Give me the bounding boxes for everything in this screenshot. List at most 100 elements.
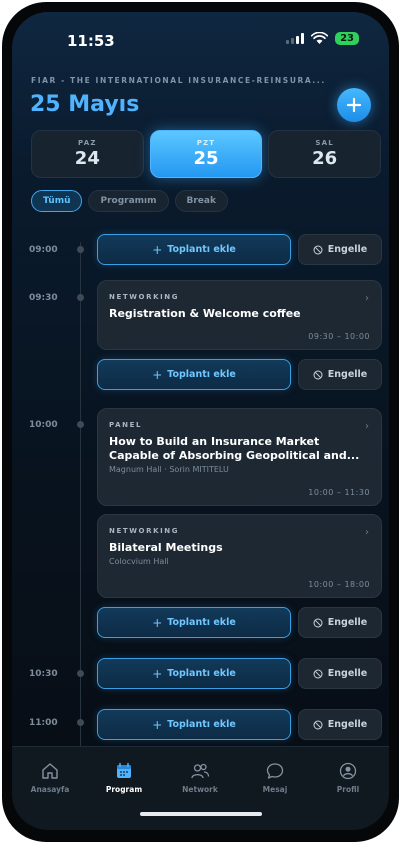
filter-all[interactable]: Tümü	[31, 190, 83, 212]
session-title: How to Build an Insurance Market Capable…	[109, 435, 360, 462]
home-icon	[42, 763, 58, 779]
wifi-icon	[311, 32, 329, 45]
session-category: NETWORKING	[109, 293, 180, 301]
nav-message[interactable]: Mesaj	[245, 761, 305, 794]
block-label: Engelle	[327, 668, 368, 679]
day-tab-weekday: SAL	[315, 139, 334, 147]
nav-program[interactable]: Program	[94, 761, 154, 794]
session-title: Registration & Welcome coffee	[109, 307, 301, 320]
session-card[interactable]: NETWORKING Bilateral Meetings Colocvium …	[97, 514, 382, 598]
block-icon	[313, 245, 323, 254]
plus-icon: +	[152, 615, 163, 630]
add-meeting-button[interactable]: + Toplantı ekle	[97, 658, 291, 689]
timeline-dot	[77, 670, 84, 677]
battery-icon: 23	[335, 32, 359, 45]
bottom-nav: Anasayfa Program Network Mesaj Profil	[12, 746, 389, 830]
timeline-dot	[77, 246, 84, 253]
session-category: PANEL	[109, 421, 143, 429]
home-indicator	[140, 812, 262, 816]
nav-network-label: Network	[182, 785, 218, 794]
session-card[interactable]: PANEL How to Build an Insurance Market C…	[97, 408, 382, 506]
session-time: 09:30 – 10:00	[308, 332, 370, 341]
plus-icon: +	[152, 367, 163, 382]
nav-profile[interactable]: Profil	[318, 761, 378, 794]
status-icons: 23	[286, 32, 359, 45]
block-button[interactable]: Engelle	[298, 359, 382, 390]
add-meeting-button[interactable]: + Toplantı ekle	[97, 234, 291, 265]
filter-break[interactable]: Break	[174, 190, 228, 212]
session-category: NETWORKING	[109, 527, 180, 535]
block-label: Engelle	[327, 617, 368, 628]
block-button[interactable]: Engelle	[298, 234, 382, 265]
timeline-line	[80, 242, 81, 754]
add-meeting-label: Toplantı ekle	[167, 668, 236, 679]
chevron-right-icon: ›	[365, 527, 369, 538]
day-tab-date: 24	[74, 148, 100, 169]
nav-profile-label: Profil	[336, 785, 360, 794]
block-icon	[313, 669, 323, 678]
block-icon	[313, 618, 323, 627]
nav-message-label: Mesaj	[262, 785, 288, 794]
people-icon	[191, 763, 210, 779]
calendar-icon	[117, 762, 131, 778]
day-tabs: PAZ 24 PZT 25 SAL 26	[31, 130, 382, 178]
chevron-right-icon: ›	[365, 293, 369, 304]
time-label: 09:00	[29, 245, 58, 255]
session-title: Bilateral Meetings	[109, 541, 223, 554]
day-tab-date: 26	[312, 148, 338, 169]
block-label: Engelle	[327, 369, 368, 380]
add-meeting-label: Toplantı ekle	[167, 369, 236, 380]
profile-icon	[339, 762, 357, 780]
status-time: 11:53	[67, 32, 115, 50]
day-tab-weekday: PZT	[196, 139, 216, 147]
timeline-dot	[77, 294, 84, 301]
event-name: FIAR - THE INTERNATIONAL INSURANCE-REINS…	[31, 76, 326, 85]
app-screen: 11:53 23 FIAR - THE INTERNATIONAL INSURA…	[12, 12, 389, 830]
nav-home-label: Anasayfa	[30, 785, 70, 794]
plus-icon: +	[152, 242, 163, 257]
day-tab-24[interactable]: PAZ 24	[31, 130, 144, 178]
nav-network[interactable]: Network	[170, 761, 230, 794]
phone-frame: 11:53 23 FIAR - THE INTERNATIONAL INSURA…	[2, 2, 399, 842]
block-button[interactable]: Engelle	[298, 658, 382, 689]
plus-icon: +	[152, 666, 163, 681]
chevron-right-icon: ›	[365, 421, 369, 432]
session-card[interactable]: NETWORKING Registration & Welcome coffee…	[97, 280, 382, 350]
plus-icon: +	[152, 717, 163, 732]
block-label: Engelle	[327, 244, 368, 255]
time-label: 09:30	[29, 293, 58, 303]
time-label: 10:30	[29, 669, 58, 679]
signal-icon	[286, 33, 305, 44]
add-meeting-button[interactable]: + Toplantı ekle	[97, 607, 291, 638]
timeline-dot	[77, 719, 84, 726]
block-icon	[313, 720, 323, 729]
add-meeting-label: Toplantı ekle	[167, 617, 236, 628]
session-time: 10:00 – 18:00	[308, 580, 370, 589]
filter-my-program[interactable]: Programım	[88, 190, 169, 212]
add-meeting-button[interactable]: + Toplantı ekle	[97, 359, 291, 390]
nav-home[interactable]: Anasayfa	[20, 761, 80, 794]
add-meeting-button[interactable]: + Toplantı ekle	[97, 709, 291, 740]
day-tab-weekday: PAZ	[78, 139, 97, 147]
time-label: 11:00	[29, 718, 58, 728]
add-button[interactable]	[337, 88, 371, 122]
block-button[interactable]: Engelle	[298, 709, 382, 740]
chat-icon	[266, 763, 284, 779]
filter-chips: Tümü Programım Break	[31, 190, 228, 212]
block-button[interactable]: Engelle	[298, 607, 382, 638]
add-meeting-label: Toplantı ekle	[167, 244, 236, 255]
block-icon	[313, 370, 323, 379]
timeline-dot	[77, 421, 84, 428]
session-location: Colocvium Hall	[109, 557, 169, 566]
time-label: 10:00	[29, 420, 58, 430]
block-label: Engelle	[327, 719, 368, 730]
day-tab-date: 25	[193, 148, 219, 169]
session-location: Magnum Hall · Sorin MITITELU	[109, 465, 229, 474]
day-tab-25[interactable]: PZT 25	[149, 130, 263, 178]
add-meeting-label: Toplantı ekle	[167, 719, 236, 730]
day-tab-26[interactable]: SAL 26	[268, 130, 382, 178]
page-title: 25 Mayıs	[30, 92, 140, 117]
plus-icon	[346, 97, 362, 113]
nav-program-label: Program	[105, 785, 143, 794]
session-time: 10:00 – 11:30	[308, 488, 370, 497]
